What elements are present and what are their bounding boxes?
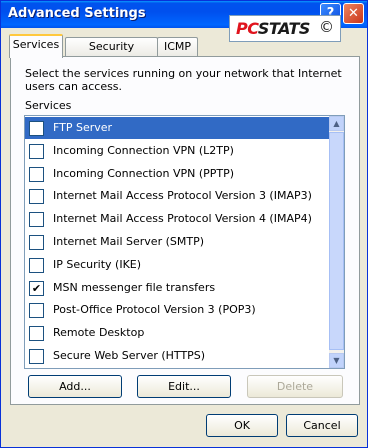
- service-item[interactable]: Incoming Connection VPN (L2TP): [25, 140, 329, 162]
- checkbox[interactable]: [29, 189, 44, 205]
- tab-services[interactable]: Services: [9, 34, 63, 58]
- checkbox[interactable]: [29, 235, 44, 250]
- service-item[interactable]: Internet Mail Server (SMTP): [25, 231, 329, 253]
- advanced-settings-dialog: Advanced Settings ? ✕ PCSTATS © Services…: [0, 0, 368, 448]
- scroll-up-icon[interactable]: ▲: [329, 116, 344, 131]
- service-item-label: IP Security (IKE): [53, 257, 142, 271]
- tab-icmp[interactable]: ICMP: [157, 37, 198, 56]
- scrollbar-thumb[interactable]: [329, 132, 344, 350]
- service-item-label: MSN messenger file transfers: [53, 280, 216, 294]
- close-button[interactable]: ✕: [343, 3, 364, 24]
- checkbox[interactable]: [29, 326, 44, 342]
- checkbox[interactable]: [29, 212, 44, 228]
- service-item-label: Internet Mail Access Protocol Version 4 …: [53, 212, 312, 226]
- checkbox[interactable]: [29, 349, 44, 364]
- delete-button[interactable]: Delete: [247, 375, 343, 398]
- service-item-label: Internet Mail Access Protocol Version 3 …: [53, 189, 312, 203]
- cancel-button[interactable]: Cancel: [286, 414, 358, 437]
- service-item[interactable]: Internet Mail Access Protocol Version 4 …: [25, 208, 329, 230]
- logo-wordmark: PCSTATS: [236, 19, 310, 38]
- copyright-icon: ©: [319, 18, 334, 36]
- window-title: Advanced Settings: [8, 6, 146, 21]
- service-item-label: Post-Office Protocol Version 3 (POP3): [53, 303, 256, 317]
- service-item[interactable]: IP Security (IKE): [25, 254, 329, 276]
- tab-security-logging[interactable]: Security Logging: [65, 37, 158, 71]
- services-listbox[interactable]: Secure Web Server (HTTPS) Remote Desktop P…: [24, 115, 345, 369]
- services-list-label: Services: [25, 99, 72, 112]
- checkbox[interactable]: [29, 121, 44, 136]
- service-item-label: Incoming Connection VPN (PPTP): [53, 166, 235, 180]
- service-item[interactable]: Remote Desktop: [25, 322, 329, 344]
- service-item[interactable]: ✔ MSN messenger file transfers: [25, 277, 329, 299]
- add-button[interactable]: Add...: [28, 375, 122, 398]
- service-item-label: FTP Server: [53, 121, 113, 134]
- service-item-label: Incoming Connection VPN (L2TP): [53, 143, 234, 157]
- checkbox[interactable]: [29, 257, 44, 273]
- checkbox[interactable]: [29, 166, 44, 182]
- service-item-label: Remote Desktop: [53, 326, 145, 340]
- ok-button[interactable]: OK: [206, 414, 278, 437]
- checkbox-checked-icon[interactable]: ✔: [29, 280, 44, 296]
- pcstats-logo: PCSTATS ©: [229, 15, 341, 42]
- service-item[interactable]: Post-Office Protocol Version 3 (POP3): [25, 299, 329, 321]
- checkbox[interactable]: [29, 143, 44, 159]
- service-item[interactable]: Secure Web Server (HTTPS): [25, 345, 329, 367]
- checkbox[interactable]: [29, 303, 44, 319]
- service-item[interactable]: FTP Server: [25, 117, 329, 139]
- services-scrollbar[interactable]: ▲ ▼: [329, 116, 344, 368]
- service-item[interactable]: Incoming Connection VPN (PPTP): [25, 163, 329, 185]
- scroll-down-icon[interactable]: ▼: [329, 353, 344, 368]
- service-item[interactable]: Internet Mail Access Protocol Version 3 …: [25, 185, 329, 207]
- services-description: Select the services running on your netw…: [25, 67, 342, 93]
- service-item-label: Secure Web Server (HTTPS): [53, 349, 206, 362]
- edit-button[interactable]: Edit...: [137, 375, 231, 398]
- service-item-label: Internet Mail Server (SMTP): [53, 235, 204, 248]
